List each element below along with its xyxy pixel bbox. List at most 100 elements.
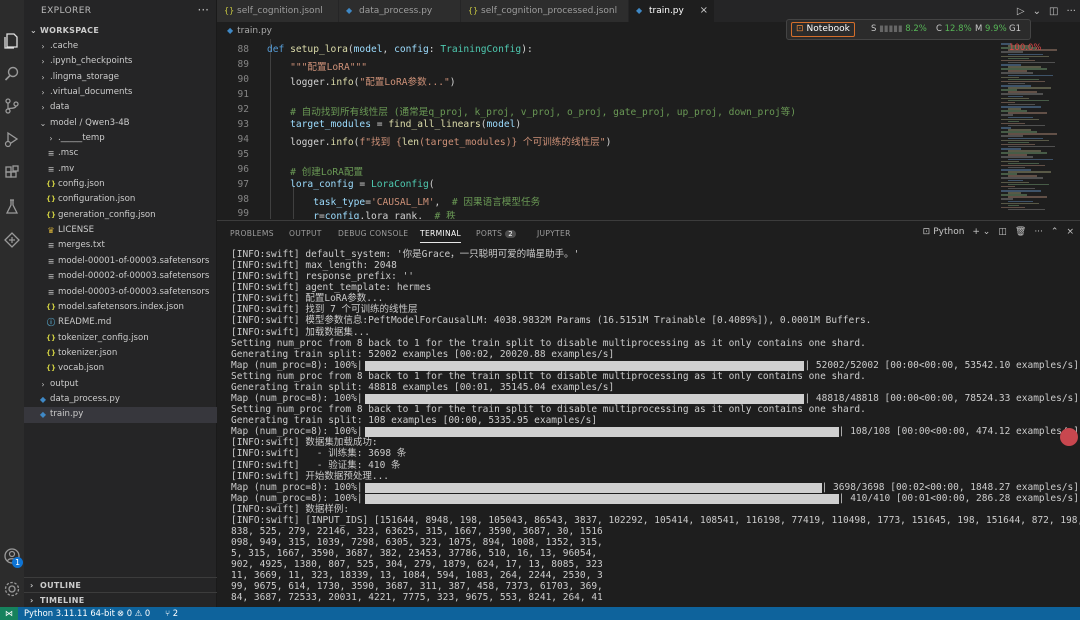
minimap-line [1001,190,1041,192]
file-tree-item[interactable]: {} model.safetensors.index.json [24,300,217,315]
file-tree-item[interactable]: {} vocab.json [24,361,217,376]
assistant-avatar-icon[interactable] [1060,428,1078,446]
file-tree-item[interactable]: {} generation_config.json [24,208,217,223]
tab-self-cognition-processed-jsonl[interactable]: {} self_cognition_processed.jsonl [461,0,629,22]
file-tree-item[interactable]: ≡ model-00002-of-00003.safetensors [24,269,217,284]
split-terminal-icon[interactable]: ◫ [998,227,1007,237]
chevron-down-icon[interactable]: ⌄ [1033,6,1041,17]
tab-data-process-py[interactable]: ◆ data_process.py [339,0,461,22]
progress-suffix: | 410/410 [00:01<00:00, 286.28 examples/… [838,492,1079,504]
python-interpreter[interactable]: Python 3.11.11 64-bit [24,607,115,620]
file-tree-item[interactable]: › .lingma_storage [24,70,217,85]
bottom-panel: PROBLEMS OUTPUT DEBUG CONSOLE TERMINAL P… [217,220,1080,607]
file-tree-item[interactable]: ≡ .mv [24,162,217,177]
code-line: r=config.lora_rank, # 秩 [313,211,456,219]
file-tree-item[interactable]: ≡ model-00003-of-00003.safetensors [24,285,217,300]
more-actions-icon[interactable]: ··· [1034,227,1043,237]
tab-debug-console[interactable]: DEBUG CONSOLE [338,229,408,238]
file-tree-item[interactable]: › output [24,377,217,392]
file-tree-item[interactable]: {} tokenizer_config.json [24,331,217,346]
file-tree-label: .ipynb_checkpoints [50,56,133,67]
file-tree-item[interactable]: {} tokenizer.json [24,346,217,361]
files-icon[interactable] [3,32,21,50]
minimap-line [1008,208,1045,211]
more-actions-icon[interactable]: ··· [198,3,209,17]
outline-section[interactable]: › OUTLINE [24,577,217,592]
terminal-text: 902, 4925, 1380, 807, 525, 304, 279, 187… [231,559,603,571]
code-line: target_modules = find_all_linears(model) [290,118,522,130]
terminal-line: [INFO:swift] default_system: '你是Grace，一只… [231,249,579,260]
stat-value: 100.0% [1009,43,1042,53]
more-actions-icon[interactable]: ··· [1066,6,1076,17]
testing-flask-icon[interactable] [3,198,21,216]
split-editor-icon[interactable]: ◫ [1049,6,1058,17]
tab-jupyter[interactable]: JUPYTER [537,229,571,238]
terminal-text: 11, 3669, 11, 323, 18339, 13, 1084, 594,… [231,570,603,582]
terminal-line: 902, 4925, 1380, 807, 525, 304, 279, 187… [231,559,603,570]
chevron-right-icon: › [41,42,45,51]
file-tree-label: model / Qwen3-4B [50,117,130,128]
file-tree-item[interactable]: ⓘ README.md [24,315,217,330]
minimap-line [1008,124,1045,127]
file-tree-item[interactable]: ≡ merges.txt [24,238,217,253]
file-tree-item[interactable]: {} configuration.json [24,192,217,207]
remote-indicator-icon[interactable]: ⋈ [0,607,18,620]
ports-indicator[interactable]: ⑂ 2 [165,607,178,620]
notebook-button[interactable]: ⊡ Notebook [791,22,855,37]
stat-value: 12.8% [944,24,972,34]
terminal-line: [INFO:swift] 模型参数信息:PeftModelForCausalLM… [231,315,871,326]
source-control-icon[interactable] [3,97,21,115]
stat-key: S [871,24,877,34]
activity-bar: 1 [0,0,24,607]
chevron-right-icon: › [41,88,45,98]
json-file-icon: {} [46,195,56,204]
tab-self-cognition-jsonl[interactable]: {} self_cognition.jsonl [217,0,339,22]
minimap[interactable] [997,39,1077,219]
settings-gear-icon[interactable] [3,580,21,598]
tab-train-py[interactable]: ◆ train.py × [629,0,715,22]
progress-suffix: | 108/108 [00:00<00:00, 474.12 examples/… [838,426,1079,438]
close-icon[interactable]: × [700,0,708,22]
file-tree-item[interactable]: ≡ model-00001-of-00003.safetensors [24,254,217,269]
terminal-text: Map (num_proc=8): 100%| [231,481,363,493]
run-debug-icon[interactable] [3,130,21,148]
file-tree-item[interactable]: {} config.json [24,177,217,192]
tab-terminal[interactable]: TERMINAL [420,229,462,243]
problems-indicator[interactable]: ⊗ 0 ⚠ 0 [117,607,150,620]
add-terminal-icon[interactable]: + ⌄ [972,227,990,237]
run-icon[interactable]: ▷ [1017,6,1025,17]
terminal-shell-label[interactable]: Python [933,227,964,237]
tab-problems[interactable]: PROBLEMS [230,229,274,238]
timeline-section[interactable]: › TIMELINE [24,592,217,607]
file-tree-item[interactable]: › .virtual_documents [24,85,217,100]
file-tree-item[interactable]: ◆ data_process.py [24,392,217,407]
file-tree-item[interactable]: › ._____temp [24,131,217,146]
code-editor[interactable]: 88 89 90 91 92 93 94 95 96 97 98 99 def setup_lora(… [217,39,1080,219]
trash-icon[interactable]: 🗑 [1015,227,1026,237]
terminal-text: [INFO:swift] - 训练集: 3698 条 [231,448,407,460]
python-file-icon: ◆ [39,410,47,420]
notebook-icon: ⊡ [796,24,804,34]
close-icon[interactable]: × [1066,227,1074,237]
python-file-icon: ◆ [346,6,353,15]
search-icon[interactable] [3,65,21,83]
file-tree-item[interactable]: ♛ LICENSE [24,223,217,238]
file-tree-item[interactable]: ≡ .msc [24,146,217,161]
terminal-text: [INFO:swift] 数据集加载成功: [231,437,378,449]
maximize-panel-icon[interactable]: ⌃ [1051,227,1059,237]
workspace-header[interactable]: ⌄ WORKSPACE [30,26,99,35]
ports-count: 2 [172,608,179,618]
remote-explorer-icon[interactable] [3,231,21,249]
file-tree-item[interactable]: › .ipynb_checkpoints [24,54,217,69]
terminal-line: 84, 3687, 72533, 20031, 4221, 7775, 323,… [231,592,603,603]
file-tree-item[interactable]: ⌄ model / Qwen3-4B [24,116,217,131]
file-tree-item[interactable]: › .cache [24,39,217,54]
extensions-icon[interactable] [3,164,21,182]
terminal-text: [INFO:swift] [INPUT_IDS] [151644, 8948, … [231,514,1080,526]
file-tree-item[interactable]: ◆ train.py [24,407,217,423]
tab-output[interactable]: OUTPUT [289,229,322,238]
tab-ports[interactable]: PORTS 2 [476,229,517,238]
file-tree-item[interactable]: › data [24,100,217,115]
file-tree-label: merges.txt [58,240,105,251]
text-file-icon: ≡ [47,164,55,174]
